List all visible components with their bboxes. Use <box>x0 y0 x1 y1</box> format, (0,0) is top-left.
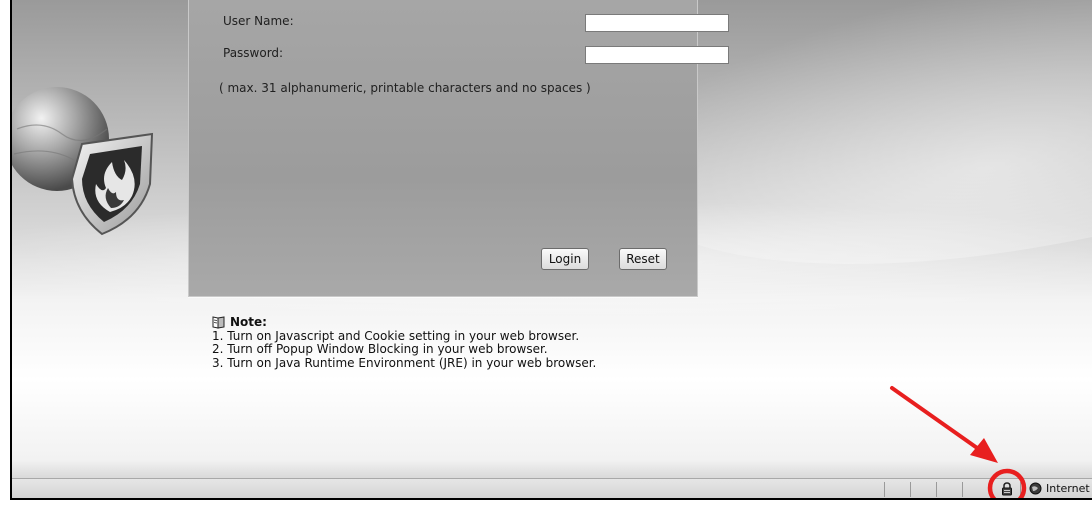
note-heading: Note: <box>212 315 596 330</box>
password-label: Password: <box>223 46 284 60</box>
lock-icon[interactable] <box>1000 482 1014 496</box>
password-field[interactable] <box>585 46 729 64</box>
note-item: 2. Turn off Popup Window Blocking in you… <box>212 342 548 356</box>
reset-button[interactable]: Reset <box>619 248 667 270</box>
status-divider <box>910 482 911 497</box>
login-button[interactable]: Login <box>541 248 589 270</box>
status-divider <box>1020 482 1021 497</box>
annotation-arrow <box>890 386 982 452</box>
globe-shield-logo <box>12 87 154 236</box>
internet-zone-icon[interactable] <box>1029 482 1042 495</box>
note-title: Note: <box>230 315 267 329</box>
annotation-arrowhead <box>970 438 998 463</box>
browser-status-bar: Internet <box>12 478 1092 498</box>
username-label: User Name: <box>223 14 294 28</box>
note-book-icon <box>212 316 225 329</box>
browser-content-area: User Name: Password: ( max. 31 alphanume… <box>10 0 1092 500</box>
status-divider <box>962 482 963 497</box>
username-field[interactable] <box>585 14 729 32</box>
status-divider <box>936 482 937 497</box>
login-panel: User Name: Password: ( max. 31 alphanume… <box>188 0 729 297</box>
zone-label: Internet <box>1046 482 1090 495</box>
password-hint: ( max. 31 alphanumeric, printable charac… <box>219 81 591 95</box>
status-divider <box>884 482 885 497</box>
note-section: Note: 1. Turn on Javascript and Cookie s… <box>212 315 597 370</box>
status-divider <box>990 482 991 497</box>
note-item: 1. Turn on Javascript and Cookie setting… <box>212 328 580 343</box>
note-item: 3. Turn on Java Runtime Environment (JRE… <box>212 355 597 370</box>
